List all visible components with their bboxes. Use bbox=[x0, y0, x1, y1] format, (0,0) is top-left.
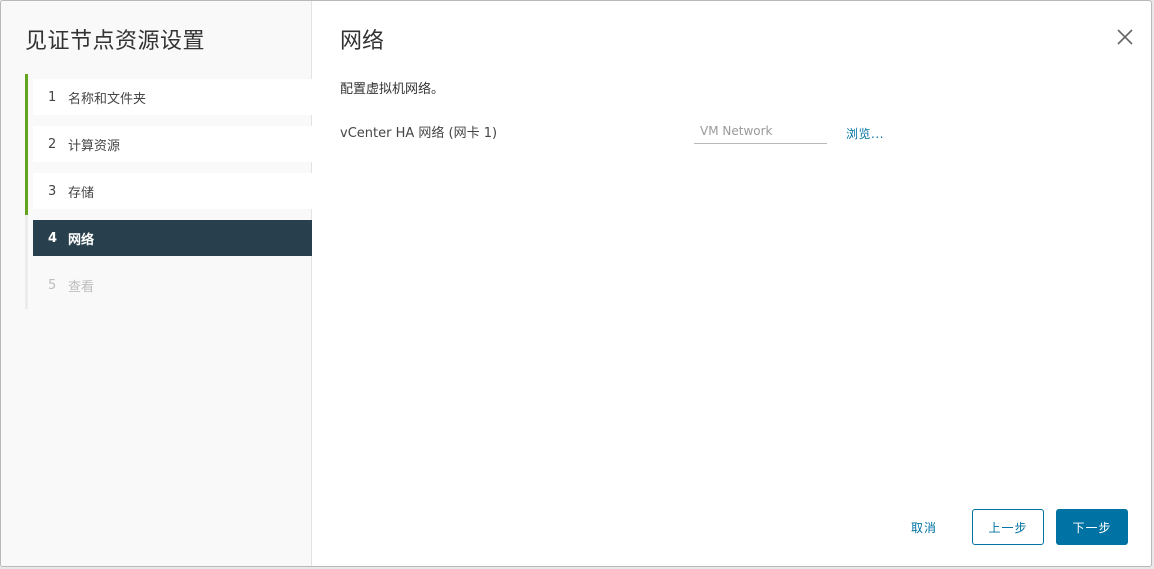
step-review: 5 查看 bbox=[25, 262, 312, 309]
close-button[interactable] bbox=[1115, 27, 1135, 47]
step-name-and-folder[interactable]: 1 名称和文件夹 bbox=[25, 74, 312, 121]
step-storage[interactable]: 3 存储 bbox=[25, 168, 312, 215]
wizard-steps: 1 名称和文件夹 2 计算资源 3 存储 4 网络 5 查看 bbox=[25, 74, 312, 309]
step-number: 5 bbox=[48, 277, 57, 293]
step-number: 2 bbox=[48, 136, 57, 152]
step-label: 网络 bbox=[68, 232, 95, 248]
network-field-label: vCenter HA 网络 (网卡 1) bbox=[340, 126, 498, 141]
step-box: 3 存储 bbox=[33, 173, 312, 209]
page-title: 网络 bbox=[340, 29, 385, 54]
browse-link[interactable]: 浏览... bbox=[846, 125, 884, 142]
step-label: 计算资源 bbox=[68, 138, 121, 154]
step-label: 存储 bbox=[68, 185, 95, 201]
step-number: 1 bbox=[48, 89, 57, 105]
step-compute-resource[interactable]: 2 计算资源 bbox=[25, 121, 312, 168]
wizard-dialog: 见证节点资源设置 1 名称和文件夹 2 计算资源 3 存储 4 网络 5 查看 … bbox=[0, 0, 1152, 567]
network-input[interactable] bbox=[694, 119, 827, 144]
wizard-content: 网络 配置虚拟机网络。 vCenter HA 网络 (网卡 1) 浏览... 取… bbox=[313, 1, 1151, 566]
next-button[interactable]: 下一步 bbox=[1056, 509, 1128, 545]
step-label: 查看 bbox=[68, 279, 95, 295]
cancel-button[interactable]: 取消 bbox=[899, 509, 949, 545]
step-box: 4 网络 bbox=[33, 220, 312, 256]
page-description: 配置虚拟机网络。 bbox=[340, 82, 445, 97]
close-icon bbox=[1117, 29, 1133, 45]
wizard-sidebar: 见证节点资源设置 1 名称和文件夹 2 计算资源 3 存储 4 网络 5 查看 bbox=[1, 1, 312, 566]
step-box: 5 查看 bbox=[33, 267, 312, 303]
step-number: 3 bbox=[48, 183, 57, 199]
step-label: 名称和文件夹 bbox=[68, 91, 147, 107]
step-box: 2 计算资源 bbox=[33, 126, 312, 162]
wizard-title: 见证节点资源设置 bbox=[25, 29, 206, 54]
step-network[interactable]: 4 网络 bbox=[25, 215, 312, 262]
back-button[interactable]: 上一步 bbox=[972, 509, 1044, 545]
step-box: 1 名称和文件夹 bbox=[33, 79, 312, 115]
step-number: 4 bbox=[48, 230, 58, 246]
